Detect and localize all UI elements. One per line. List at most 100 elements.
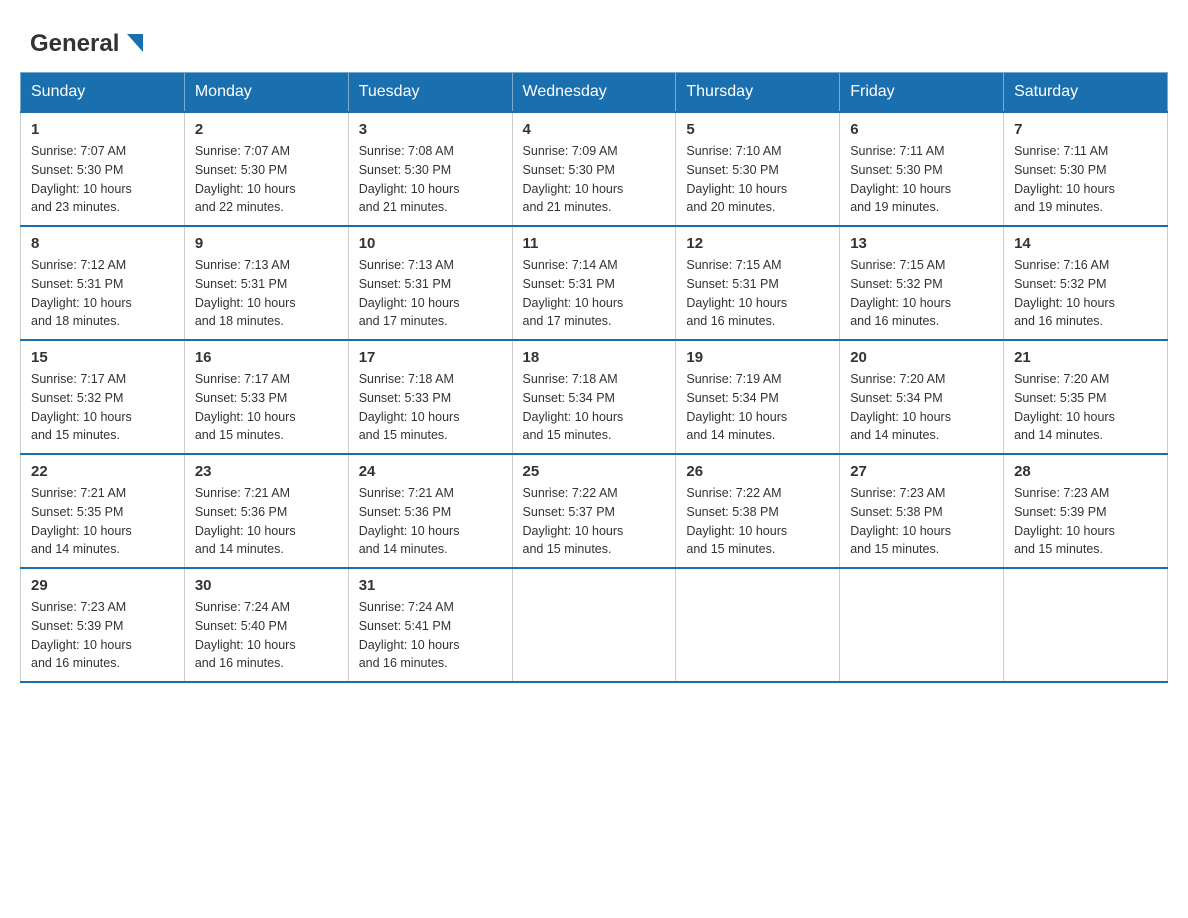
calendar-cell: 9 Sunrise: 7:13 AM Sunset: 5:31 PM Dayli… (184, 226, 348, 340)
calendar-cell: 1 Sunrise: 7:07 AM Sunset: 5:30 PM Dayli… (21, 112, 185, 226)
day-info: Sunrise: 7:24 AM Sunset: 5:40 PM Dayligh… (195, 598, 338, 673)
calendar-cell: 10 Sunrise: 7:13 AM Sunset: 5:31 PM Dayl… (348, 226, 512, 340)
page-header: General (20, 20, 1168, 52)
day-number: 22 (31, 463, 174, 480)
day-info: Sunrise: 7:13 AM Sunset: 5:31 PM Dayligh… (359, 256, 502, 331)
day-info: Sunrise: 7:23 AM Sunset: 5:39 PM Dayligh… (31, 598, 174, 673)
calendar-cell: 24 Sunrise: 7:21 AM Sunset: 5:36 PM Dayl… (348, 454, 512, 568)
day-number: 25 (523, 463, 666, 480)
calendar-cell: 26 Sunrise: 7:22 AM Sunset: 5:38 PM Dayl… (676, 454, 840, 568)
calendar-cell: 19 Sunrise: 7:19 AM Sunset: 5:34 PM Dayl… (676, 340, 840, 454)
day-info: Sunrise: 7:23 AM Sunset: 5:39 PM Dayligh… (1014, 484, 1157, 559)
logo: General (30, 30, 149, 52)
calendar-cell: 22 Sunrise: 7:21 AM Sunset: 5:35 PM Dayl… (21, 454, 185, 568)
day-info: Sunrise: 7:20 AM Sunset: 5:34 PM Dayligh… (850, 370, 993, 445)
day-number: 12 (686, 235, 829, 252)
day-number: 8 (31, 235, 174, 252)
calendar-week-1: 1 Sunrise: 7:07 AM Sunset: 5:30 PM Dayli… (21, 112, 1168, 226)
day-info: Sunrise: 7:23 AM Sunset: 5:38 PM Dayligh… (850, 484, 993, 559)
calendar-cell: 4 Sunrise: 7:09 AM Sunset: 5:30 PM Dayli… (512, 112, 676, 226)
day-info: Sunrise: 7:16 AM Sunset: 5:32 PM Dayligh… (1014, 256, 1157, 331)
day-number: 31 (359, 577, 502, 594)
day-info: Sunrise: 7:13 AM Sunset: 5:31 PM Dayligh… (195, 256, 338, 331)
weekday-header-saturday: Saturday (1004, 73, 1168, 113)
day-info: Sunrise: 7:21 AM Sunset: 5:36 PM Dayligh… (359, 484, 502, 559)
day-info: Sunrise: 7:21 AM Sunset: 5:36 PM Dayligh… (195, 484, 338, 559)
weekday-header-monday: Monday (184, 73, 348, 113)
calendar-cell (840, 568, 1004, 682)
day-number: 27 (850, 463, 993, 480)
calendar-cell: 8 Sunrise: 7:12 AM Sunset: 5:31 PM Dayli… (21, 226, 185, 340)
calendar-week-3: 15 Sunrise: 7:17 AM Sunset: 5:32 PM Dayl… (21, 340, 1168, 454)
day-number: 1 (31, 121, 174, 138)
calendar-cell: 7 Sunrise: 7:11 AM Sunset: 5:30 PM Dayli… (1004, 112, 1168, 226)
day-number: 10 (359, 235, 502, 252)
calendar-cell (1004, 568, 1168, 682)
day-number: 21 (1014, 349, 1157, 366)
day-number: 23 (195, 463, 338, 480)
calendar-cell: 21 Sunrise: 7:20 AM Sunset: 5:35 PM Dayl… (1004, 340, 1168, 454)
day-info: Sunrise: 7:15 AM Sunset: 5:32 PM Dayligh… (850, 256, 993, 331)
day-number: 9 (195, 235, 338, 252)
day-number: 16 (195, 349, 338, 366)
calendar-cell: 6 Sunrise: 7:11 AM Sunset: 5:30 PM Dayli… (840, 112, 1004, 226)
calendar-cell: 11 Sunrise: 7:14 AM Sunset: 5:31 PM Dayl… (512, 226, 676, 340)
day-number: 5 (686, 121, 829, 138)
day-number: 6 (850, 121, 993, 138)
calendar-cell: 25 Sunrise: 7:22 AM Sunset: 5:37 PM Dayl… (512, 454, 676, 568)
day-info: Sunrise: 7:10 AM Sunset: 5:30 PM Dayligh… (686, 142, 829, 217)
day-number: 29 (31, 577, 174, 594)
calendar-week-4: 22 Sunrise: 7:21 AM Sunset: 5:35 PM Dayl… (21, 454, 1168, 568)
day-number: 13 (850, 235, 993, 252)
day-info: Sunrise: 7:07 AM Sunset: 5:30 PM Dayligh… (31, 142, 174, 217)
calendar-cell: 29 Sunrise: 7:23 AM Sunset: 5:39 PM Dayl… (21, 568, 185, 682)
calendar-week-5: 29 Sunrise: 7:23 AM Sunset: 5:39 PM Dayl… (21, 568, 1168, 682)
day-number: 3 (359, 121, 502, 138)
day-number: 18 (523, 349, 666, 366)
day-info: Sunrise: 7:22 AM Sunset: 5:38 PM Dayligh… (686, 484, 829, 559)
day-info: Sunrise: 7:11 AM Sunset: 5:30 PM Dayligh… (850, 142, 993, 217)
calendar-week-2: 8 Sunrise: 7:12 AM Sunset: 5:31 PM Dayli… (21, 226, 1168, 340)
day-info: Sunrise: 7:12 AM Sunset: 5:31 PM Dayligh… (31, 256, 174, 331)
weekday-header-wednesday: Wednesday (512, 73, 676, 113)
calendar-cell: 17 Sunrise: 7:18 AM Sunset: 5:33 PM Dayl… (348, 340, 512, 454)
day-info: Sunrise: 7:17 AM Sunset: 5:32 PM Dayligh… (31, 370, 174, 445)
day-info: Sunrise: 7:17 AM Sunset: 5:33 PM Dayligh… (195, 370, 338, 445)
weekday-header-tuesday: Tuesday (348, 73, 512, 113)
day-info: Sunrise: 7:20 AM Sunset: 5:35 PM Dayligh… (1014, 370, 1157, 445)
day-info: Sunrise: 7:09 AM Sunset: 5:30 PM Dayligh… (523, 142, 666, 217)
calendar-table: SundayMondayTuesdayWednesdayThursdayFrid… (20, 72, 1168, 683)
calendar-cell: 16 Sunrise: 7:17 AM Sunset: 5:33 PM Dayl… (184, 340, 348, 454)
day-number: 7 (1014, 121, 1157, 138)
day-number: 2 (195, 121, 338, 138)
day-info: Sunrise: 7:11 AM Sunset: 5:30 PM Dayligh… (1014, 142, 1157, 217)
day-info: Sunrise: 7:21 AM Sunset: 5:35 PM Dayligh… (31, 484, 174, 559)
weekday-header-thursday: Thursday (676, 73, 840, 113)
day-number: 30 (195, 577, 338, 594)
calendar-cell: 12 Sunrise: 7:15 AM Sunset: 5:31 PM Dayl… (676, 226, 840, 340)
day-number: 24 (359, 463, 502, 480)
calendar-cell: 27 Sunrise: 7:23 AM Sunset: 5:38 PM Dayl… (840, 454, 1004, 568)
day-number: 28 (1014, 463, 1157, 480)
day-info: Sunrise: 7:24 AM Sunset: 5:41 PM Dayligh… (359, 598, 502, 673)
day-number: 19 (686, 349, 829, 366)
day-number: 11 (523, 235, 666, 252)
calendar-cell: 18 Sunrise: 7:18 AM Sunset: 5:34 PM Dayl… (512, 340, 676, 454)
calendar-cell: 30 Sunrise: 7:24 AM Sunset: 5:40 PM Dayl… (184, 568, 348, 682)
day-info: Sunrise: 7:22 AM Sunset: 5:37 PM Dayligh… (523, 484, 666, 559)
calendar-cell: 15 Sunrise: 7:17 AM Sunset: 5:32 PM Dayl… (21, 340, 185, 454)
day-number: 26 (686, 463, 829, 480)
calendar-cell: 2 Sunrise: 7:07 AM Sunset: 5:30 PM Dayli… (184, 112, 348, 226)
day-info: Sunrise: 7:19 AM Sunset: 5:34 PM Dayligh… (686, 370, 829, 445)
calendar-cell (512, 568, 676, 682)
day-info: Sunrise: 7:08 AM Sunset: 5:30 PM Dayligh… (359, 142, 502, 217)
calendar-cell: 20 Sunrise: 7:20 AM Sunset: 5:34 PM Dayl… (840, 340, 1004, 454)
calendar-cell: 3 Sunrise: 7:08 AM Sunset: 5:30 PM Dayli… (348, 112, 512, 226)
day-number: 20 (850, 349, 993, 366)
calendar-cell: 5 Sunrise: 7:10 AM Sunset: 5:30 PM Dayli… (676, 112, 840, 226)
logo-general-text: General (30, 30, 119, 58)
day-info: Sunrise: 7:18 AM Sunset: 5:34 PM Dayligh… (523, 370, 666, 445)
day-info: Sunrise: 7:14 AM Sunset: 5:31 PM Dayligh… (523, 256, 666, 331)
calendar-header-row: SundayMondayTuesdayWednesdayThursdayFrid… (21, 73, 1168, 113)
weekday-header-friday: Friday (840, 73, 1004, 113)
